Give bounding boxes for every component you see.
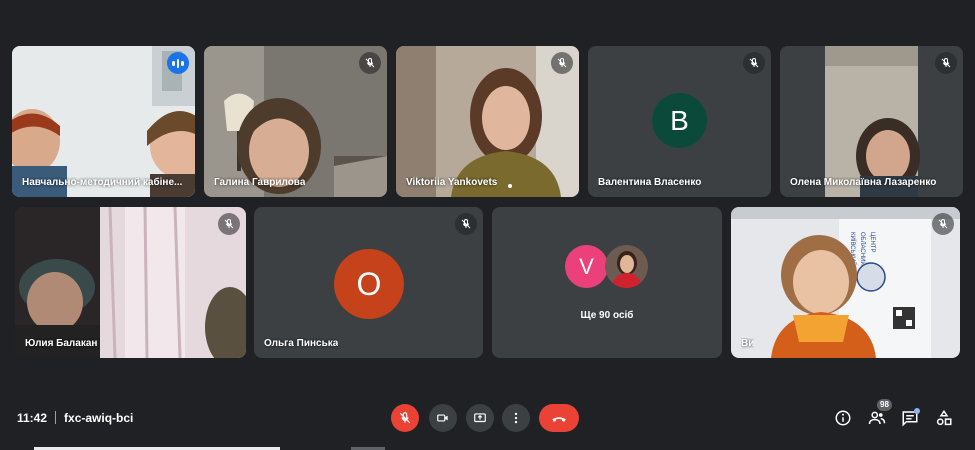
people-icon (868, 411, 886, 425)
participant-name: Олена Миколаївна Лазаренко (790, 177, 937, 188)
end-call-icon (552, 417, 566, 422)
more-options-button[interactable] (502, 404, 530, 432)
participant-video (15, 207, 246, 358)
meeting-time: 11:42 (17, 411, 48, 425)
activities-button[interactable] (933, 407, 955, 429)
mic-off-icon (399, 412, 411, 424)
divider (55, 411, 57, 424)
participant-tile-1[interactable]: Навчально-методичний кабіне... (12, 46, 195, 197)
participant-video (780, 46, 963, 197)
participant-name: Ви (741, 338, 755, 349)
others-count-label: Ще 90 осіб (580, 310, 634, 321)
participant-name: Навчально-методичний кабіне... (22, 177, 183, 188)
meeting-details-button[interactable] (832, 407, 854, 429)
svg-text:ОБЛАСНИЙ: ОБЛАСНИЙ (859, 232, 867, 266)
participant-name: Галина Гаврилова (214, 177, 306, 188)
mic-off-icon (743, 52, 765, 74)
chat-notification-dot (914, 408, 920, 414)
mic-off-icon (218, 213, 240, 235)
mic-off-icon (359, 52, 381, 74)
participant-video (204, 46, 387, 197)
meeting-info: 11:42 fxc-awiq-bci (17, 411, 133, 425)
participant-name: Валентина Власенко (598, 177, 702, 188)
participant-tile-7[interactable]: O Ольга Пинська (254, 207, 483, 358)
camera-icon (437, 414, 448, 422)
mic-off-icon (932, 213, 954, 235)
participant-video (12, 46, 195, 197)
people-count-badge: 98 (877, 399, 892, 411)
svg-text:ЦЕНТР: ЦЕНТР (869, 232, 875, 252)
participant-tile-5[interactable]: Олена Миколаївна Лазаренко (780, 46, 963, 197)
participant-tile-3[interactable]: Viktoriia Yankovets (396, 46, 579, 197)
participant-video (396, 46, 579, 197)
end-call-button[interactable] (539, 404, 579, 432)
participant-avatar: B (652, 93, 707, 148)
present-button[interactable] (466, 404, 494, 432)
participant-tile-4[interactable]: B Валентина Власенко (588, 46, 771, 197)
mic-off-icon (935, 52, 957, 74)
participant-tile-2[interactable]: Галина Гаврилова (204, 46, 387, 197)
others-photo-avatar (605, 245, 648, 288)
more-icon (514, 412, 518, 424)
meeting-code: fxc-awiq-bci (64, 411, 134, 425)
mic-off-icon (455, 213, 477, 235)
participant-tile-6[interactable]: Юлия Балакан (15, 207, 246, 358)
speaking-indicator-icon (167, 52, 189, 74)
info-icon (835, 410, 851, 426)
others-avatar: V (565, 245, 608, 288)
present-icon (474, 413, 486, 423)
others-tile[interactable]: V Ще 90 осіб (492, 207, 722, 358)
participant-name: Viktoriia Yankovets (406, 177, 498, 188)
participant-avatar: O (334, 249, 404, 319)
self-tile[interactable]: КИЇВСЬКИЙ ОБЛАСНИЙ ЦЕНТР Ви (731, 207, 960, 358)
participant-name: Ольга Пинська (264, 338, 339, 349)
activities-icon (936, 409, 952, 426)
mic-toggle-button[interactable] (391, 404, 419, 432)
participant-video: КИЇВСЬКИЙ ОБЛАСНИЙ ЦЕНТР (731, 207, 960, 358)
mic-off-icon (551, 52, 573, 74)
participant-name: Юлия Балакан (25, 338, 98, 349)
camera-toggle-button[interactable] (429, 404, 457, 432)
